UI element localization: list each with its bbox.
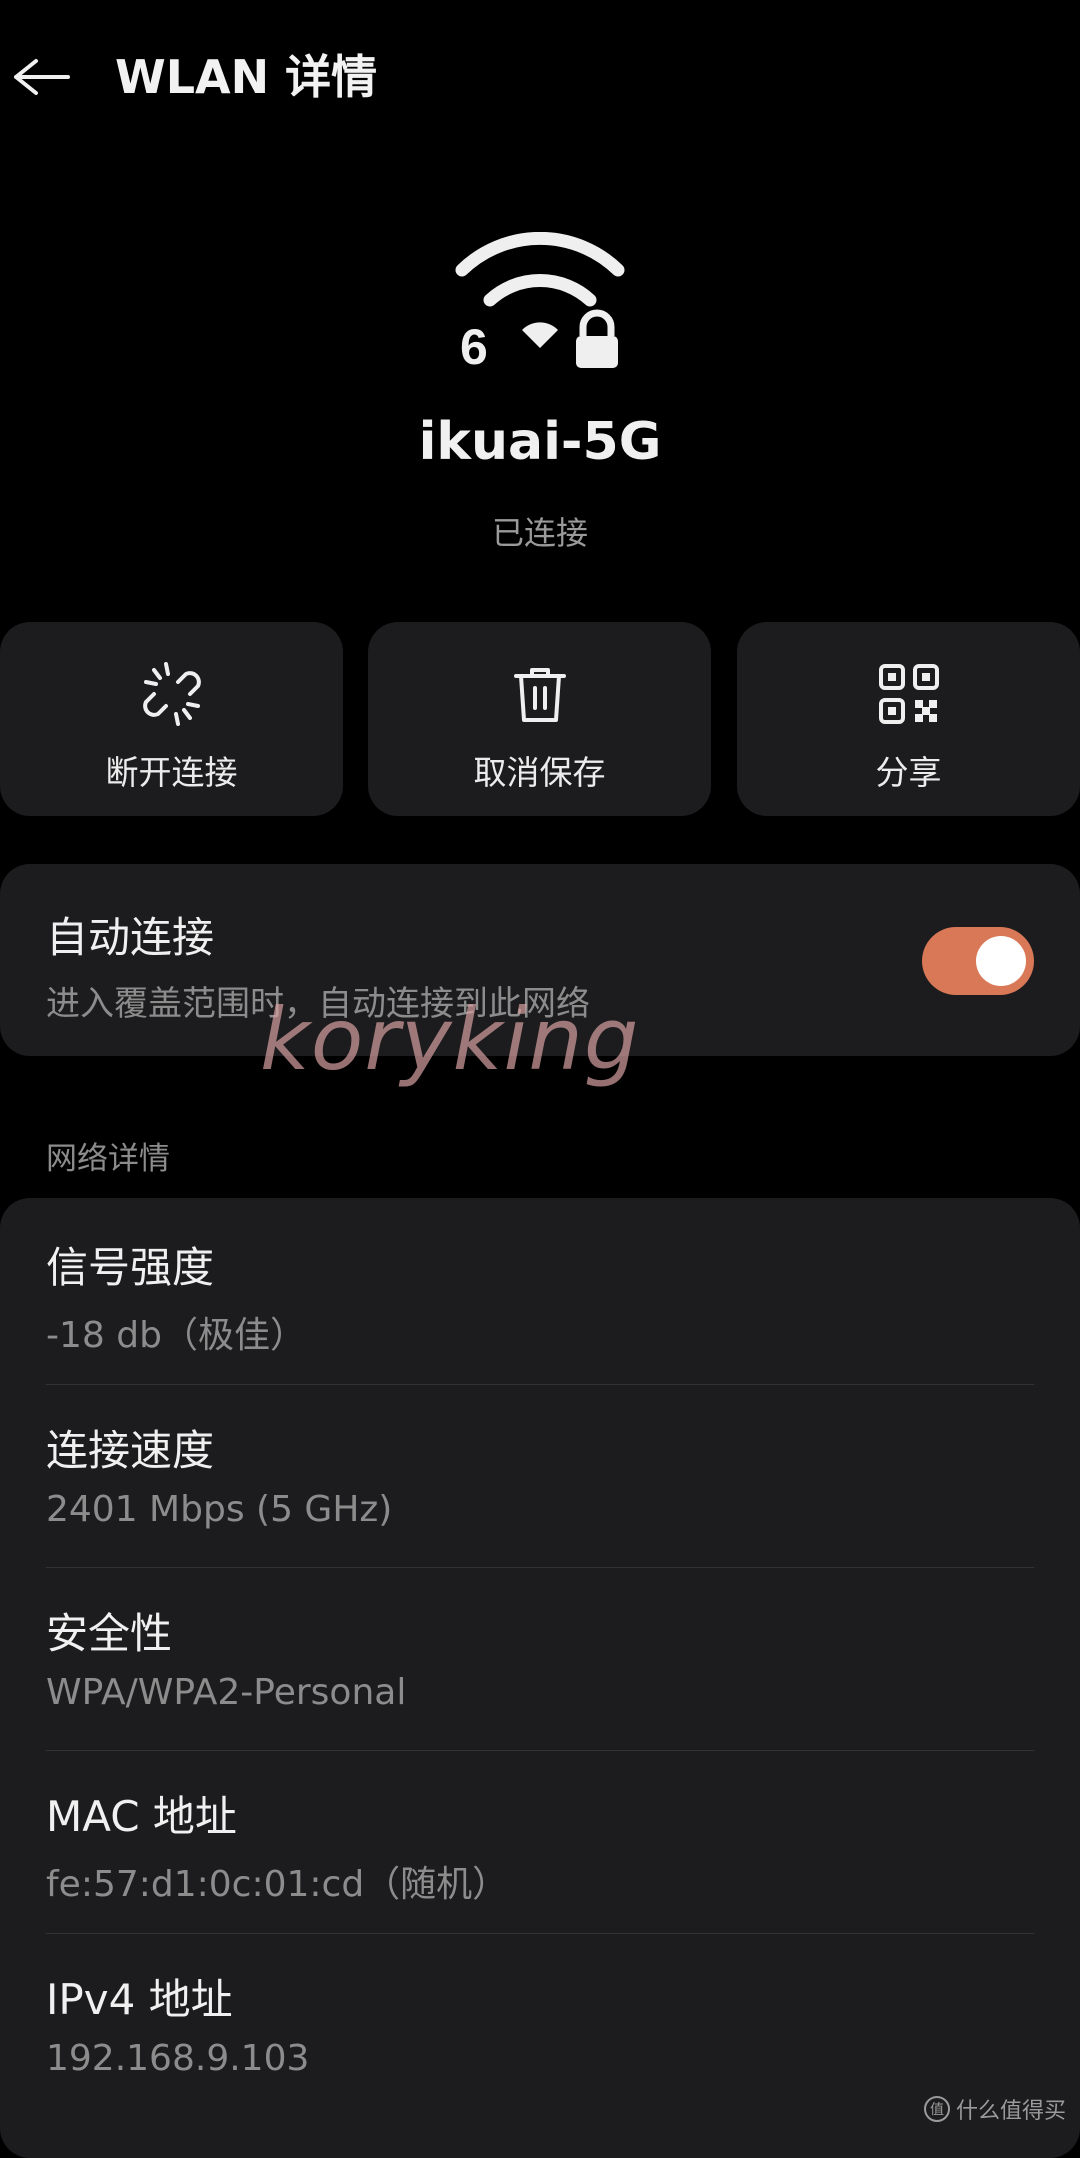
detail-row-signal: 信号强度 -18 db（极佳）	[46, 1198, 1034, 1381]
page-title: WLAN 详情	[115, 50, 378, 104]
connection-status: 已连接	[491, 514, 588, 552]
share-button[interactable]: 分享	[737, 622, 1080, 816]
share-label: 分享	[875, 753, 942, 792]
detail-label: 信号强度	[46, 1243, 215, 1292]
detail-value: 192.168.9.103	[46, 2038, 310, 2079]
forget-network-button[interactable]: 取消保存	[368, 622, 711, 816]
auto-connect-toggle[interactable]	[922, 927, 1034, 995]
detail-row-link-speed: 连接速度 2401 Mbps (5 GHz)	[46, 1381, 1034, 1564]
disconnect-label: 断开连接	[105, 753, 238, 792]
disconnect-button[interactable]: 断开连接	[0, 622, 343, 816]
detail-label: 安全性	[46, 1609, 173, 1658]
detail-row-security: 安全性 WPA/WPA2-Personal	[46, 1564, 1034, 1747]
back-arrow-icon	[14, 59, 70, 95]
auto-connect-title: 自动连接	[46, 913, 215, 962]
wifi-standard-badge: 6	[460, 319, 488, 372]
source-watermark: 值 什么值得买	[923, 2093, 1066, 2125]
detail-value: WPA/WPA2-Personal	[46, 1672, 407, 1713]
app-header: WLAN 详情	[0, 0, 1080, 150]
source-logo-icon: 值	[923, 2096, 950, 2122]
detail-value: 2401 Mbps (5 GHz)	[46, 1489, 393, 1530]
disconnect-link-icon	[140, 662, 204, 726]
toggle-knob	[976, 936, 1026, 986]
network-details-card: 信号强度 -18 db（极佳） 连接速度 2401 Mbps (5 GHz) 安…	[0, 1198, 1080, 2158]
network-ssid: ikuai-5G	[418, 412, 662, 472]
back-button[interactable]	[0, 42, 80, 112]
forget-network-label: 取消保存	[473, 753, 606, 792]
detail-label: IPv4 地址	[46, 1975, 233, 2024]
qr-code-icon	[877, 662, 941, 726]
detail-label: 连接速度	[46, 1426, 215, 1475]
source-watermark-text: 什么值得买	[955, 2099, 1066, 2124]
trash-icon	[508, 662, 572, 726]
wifi6-locked-icon: 6	[452, 231, 632, 375]
detail-value: -18 db（极佳）	[46, 1315, 306, 1356]
section-title: 网络详情	[46, 1141, 170, 1177]
detail-row-ipv4: IPv4 地址 192.168.9.103	[46, 1930, 1034, 2113]
detail-label: MAC 地址	[46, 1792, 237, 1841]
watermark: koryking	[260, 990, 640, 1090]
detail-value: fe:57:d1:0c:01:cd（随机）	[46, 1864, 509, 1905]
detail-row-mac: MAC 地址 fe:57:d1:0c:01:cd（随机）	[46, 1747, 1034, 1930]
